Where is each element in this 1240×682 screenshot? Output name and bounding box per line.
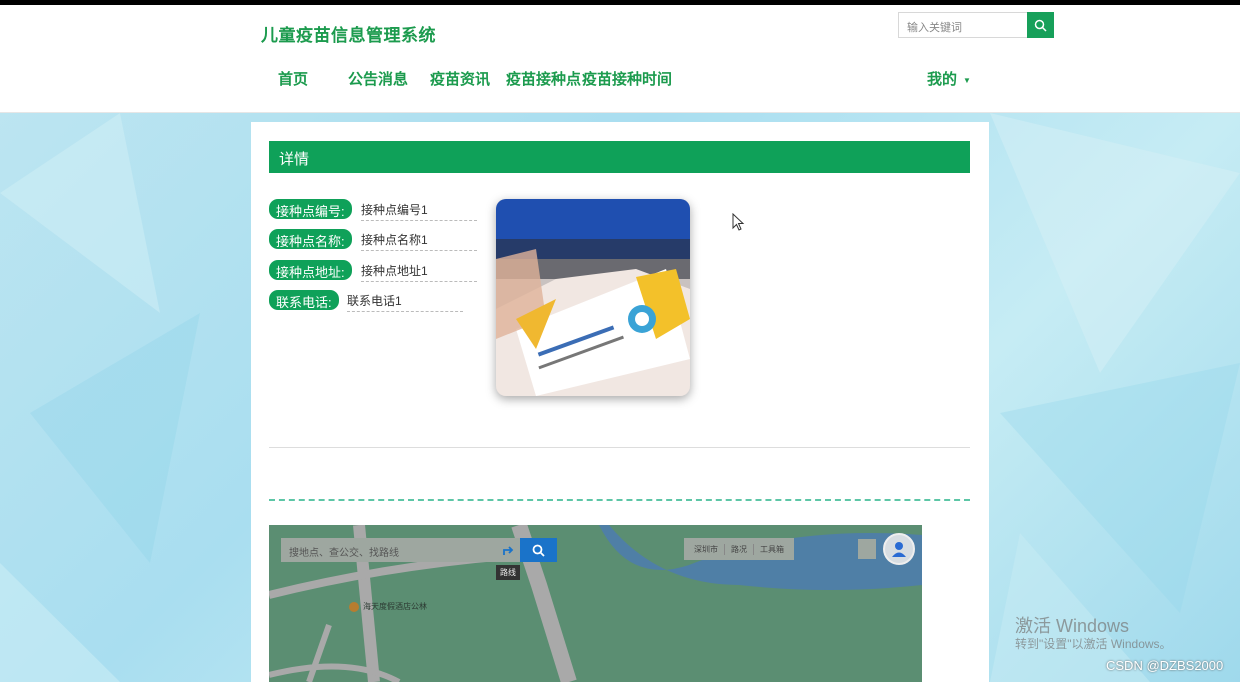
- nav-announcements[interactable]: 公告消息: [348, 68, 408, 89]
- field-label: 接种点编号:: [269, 199, 352, 219]
- field-value: 接种点名称1: [361, 229, 477, 251]
- search-button[interactable]: [1027, 12, 1054, 38]
- dashed-divider: [269, 499, 970, 501]
- mouse-cursor-icon: [732, 213, 745, 231]
- field-value: 接种点编号1: [361, 199, 477, 221]
- map-poi-label: 海天度假酒店公林: [363, 602, 427, 611]
- field-site-number: 接种点编号: 接种点编号1: [269, 199, 479, 221]
- map-search-input[interactable]: 搜地点、查公交、找路线: [281, 538, 496, 562]
- divider: [269, 447, 970, 448]
- detail-panel: 详情 接种点编号: 接种点编号1 接种点名称: 接种点名称1 接种点地址: 接种…: [251, 122, 989, 682]
- poi-marker-icon: [349, 601, 359, 612]
- site-header: 儿童疫苗信息管理系统 输入关键词 首页 公告消息 疫苗资讯 疫苗接种点 疫苗接种…: [0, 5, 1240, 113]
- user-menu[interactable]: 我的 ▼: [927, 68, 971, 89]
- nav-vaccination-times[interactable]: 疫苗接种时间: [582, 68, 672, 89]
- field-site-name: 接种点名称: 接种点名称1: [269, 229, 479, 251]
- message-icon[interactable]: [858, 539, 876, 559]
- map-city-selector[interactable]: 深圳市: [688, 543, 725, 555]
- field-site-address: 接种点地址: 接种点地址1: [269, 260, 479, 282]
- nav-vaccination-sites[interactable]: 疫苗接种点: [506, 68, 581, 89]
- user-avatar-icon[interactable]: [883, 533, 915, 565]
- search-icon: [532, 544, 545, 557]
- user-menu-label: 我的: [927, 71, 958, 88]
- caret-down-icon: ▼: [963, 75, 971, 85]
- field-label: 接种点地址:: [269, 260, 352, 280]
- csdn-watermark: CSDN @DZBS2000: [1106, 658, 1224, 673]
- field-label: 接种点名称:: [269, 229, 352, 249]
- nav-vaccine-news[interactable]: 疫苗资讯: [430, 68, 490, 89]
- windows-activation-subtitle: 转到"设置"以激活 Windows。: [1015, 637, 1172, 651]
- map-toolbox[interactable]: 工具箱: [754, 544, 790, 555]
- route-tooltip: 路线: [496, 565, 520, 580]
- route-icon: [503, 546, 514, 555]
- map-route-button[interactable]: [496, 538, 520, 562]
- map-traffic-toggle[interactable]: 路况: [725, 543, 754, 555]
- search-icon: [1034, 19, 1047, 32]
- field-label: 联系电话:: [269, 290, 339, 310]
- map-search-button[interactable]: [520, 538, 557, 562]
- search-input[interactable]: 输入关键词: [898, 12, 1028, 38]
- map-toolbar: 深圳市 路况 工具箱: [684, 538, 794, 560]
- field-value: 接种点地址1: [361, 260, 477, 282]
- section-title: 详情: [269, 141, 970, 173]
- field-phone: 联系电话: 联系电话1: [269, 290, 479, 312]
- map-poi[interactable]: 海天度假酒店公林: [349, 601, 427, 612]
- map-widget[interactable]: 搜地点、查公交、找路线 路线 深圳市 路况 工具箱 海天度假酒店公林: [269, 525, 922, 682]
- vaccine-photo: [496, 199, 690, 396]
- field-value: 联系电话1: [347, 290, 463, 312]
- nav-home[interactable]: 首页: [278, 68, 308, 89]
- site-title[interactable]: 儿童疫苗信息管理系统: [261, 21, 436, 46]
